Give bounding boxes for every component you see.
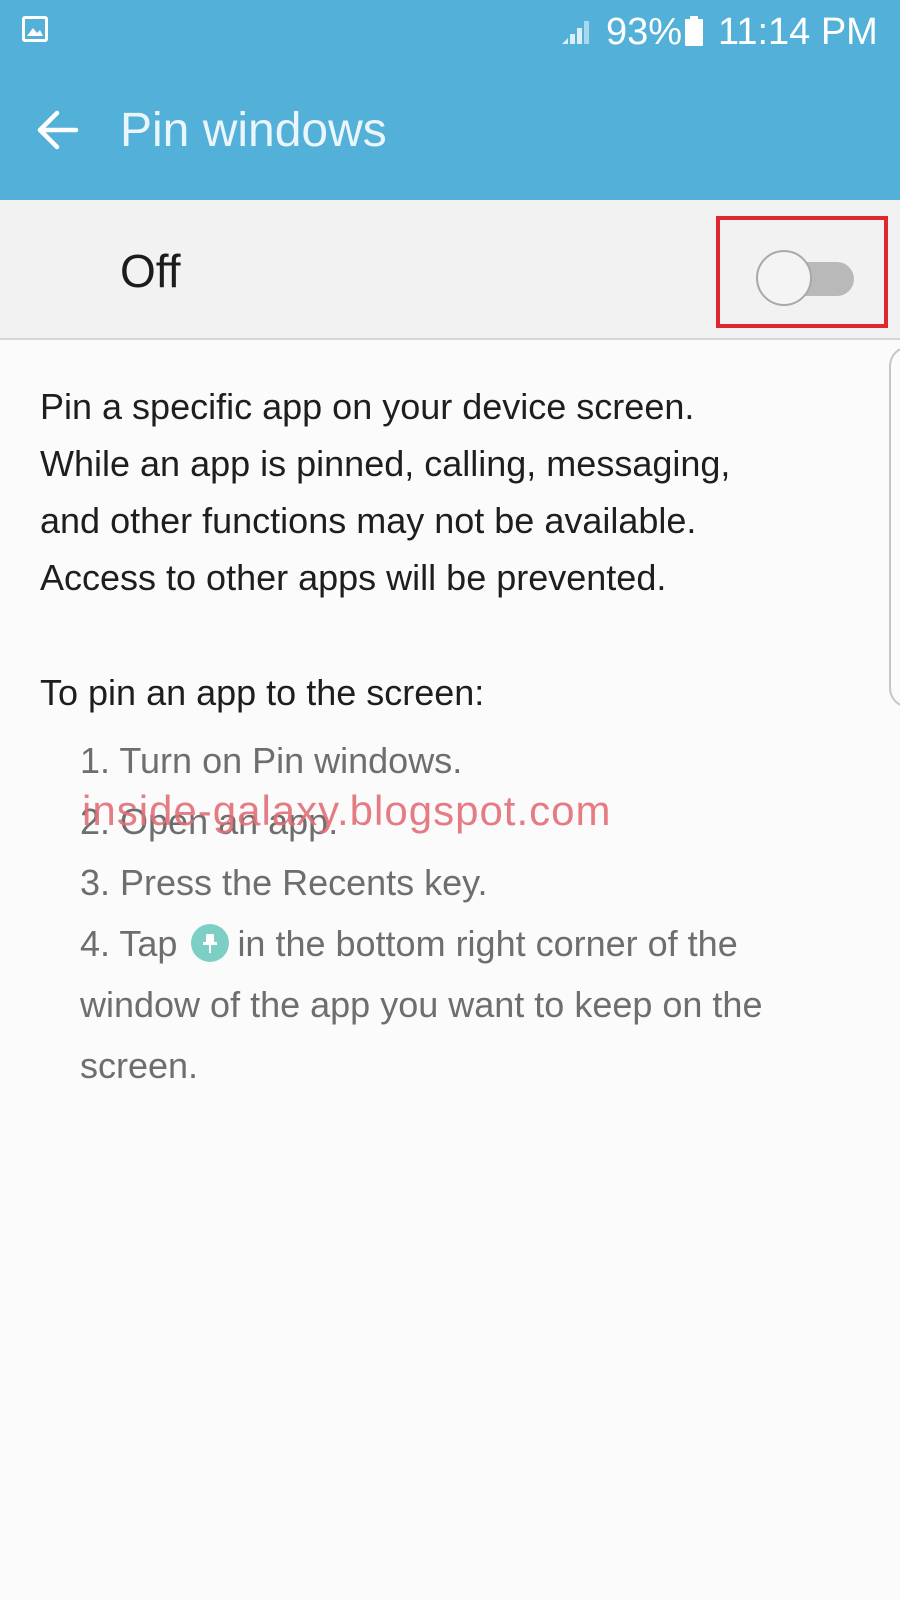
step-4-prefix: 4. Tap bbox=[80, 923, 178, 964]
signal-icon bbox=[560, 18, 594, 46]
instructions-heading: To pin an app to the screen: bbox=[40, 672, 485, 713]
pin-icon bbox=[191, 924, 230, 962]
switch-state-label: Off bbox=[120, 245, 181, 297]
step-4-line-2: window of the app you want to keep on th… bbox=[80, 984, 763, 1025]
gallery-icon bbox=[22, 16, 48, 42]
description-line: and other functions may not be available… bbox=[40, 500, 697, 541]
master-switch-bar[interactable]: Off bbox=[0, 200, 900, 340]
toggle-thumb bbox=[756, 250, 812, 306]
battery-icon bbox=[684, 16, 704, 46]
step-4-suffix: in the bottom right corner of the bbox=[237, 923, 738, 964]
step-3: 3. Press the Recents key. bbox=[80, 862, 488, 903]
watermark: inside-galaxy.blogspot.com bbox=[82, 787, 612, 834]
step-4: 4. Tap in the bottom right corner of the bbox=[80, 913, 860, 974]
status-bar: 93% 11:14 PM bbox=[0, 0, 900, 62]
status-time: 11:14 PM bbox=[718, 11, 878, 53]
instruction-steps: 1. Turn on Pin windows. 2. Open an app. … bbox=[80, 730, 860, 1096]
step-1: 1. Turn on Pin windows. bbox=[80, 740, 463, 781]
arrow-left-icon bbox=[37, 110, 79, 150]
page-title: Pin windows bbox=[120, 104, 387, 157]
battery-percent: 93% bbox=[606, 11, 683, 53]
step-4-line-3: screen. bbox=[80, 1045, 199, 1086]
description-line: Pin a specific app on your device screen… bbox=[40, 386, 695, 427]
description-line: While an app is pinned, calling, messagi… bbox=[40, 443, 731, 484]
pin-windows-screen: 93% 11:14 PM Pin windows Off Pin a speci… bbox=[0, 0, 900, 1600]
back-button[interactable] bbox=[30, 100, 92, 162]
app-bar: Pin windows bbox=[0, 62, 900, 200]
description-line: Access to other apps will be prevented. bbox=[40, 557, 667, 598]
description-text: Pin a specific app on your device screen… bbox=[40, 378, 840, 606]
edge-panel-handle[interactable] bbox=[889, 346, 900, 708]
pin-windows-toggle[interactable] bbox=[756, 250, 856, 306]
